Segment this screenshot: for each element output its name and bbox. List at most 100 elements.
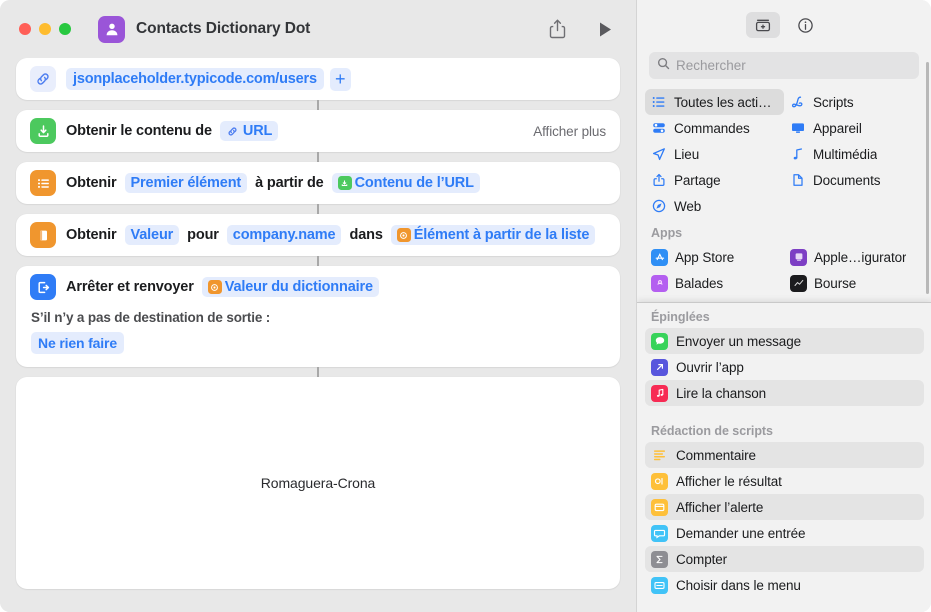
window-titlebar: Contacts Dictionary Dot	[0, 0, 636, 58]
app-item-app-store[interactable]: App Store	[645, 244, 784, 270]
sidebar-item-lieu[interactable]: Lieu	[645, 141, 784, 167]
run-play-icon[interactable]	[590, 14, 620, 44]
pinned-list: Envoyer un message Ouvrir l’app Lire la …	[637, 328, 931, 406]
app-label: Balades	[675, 275, 724, 291]
workflow-canvas: jsonplaceholder.typicode.com/users + Obt…	[0, 58, 636, 612]
action-row: Obtenir Premier élément à partir de Cont…	[30, 162, 606, 204]
list-item[interactable]: Ouvrir l’app	[645, 354, 924, 380]
info-circle-icon[interactable]	[788, 12, 822, 38]
action-label-mid: à partir de	[255, 175, 324, 191]
connector-line	[317, 256, 319, 266]
list-item[interactable]: Afficher le résultat	[645, 468, 924, 494]
list-item[interactable]: Lire la chanson	[645, 380, 924, 406]
list-item-label: Compter	[676, 551, 728, 567]
sidebar-item-scripts[interactable]: Scripts	[784, 89, 923, 115]
action-library-icon[interactable]	[746, 12, 780, 38]
category-label: Partage	[674, 172, 721, 188]
item-parameter-token[interactable]: Premier élément	[124, 173, 248, 193]
comment-lines-icon	[651, 447, 668, 464]
sidebar-item-commandes[interactable]: Commandes	[645, 115, 784, 141]
show-alert-icon	[651, 498, 668, 516]
apple-configurator-icon	[790, 248, 807, 266]
list-item[interactable]: Demander une entrée	[645, 520, 924, 546]
list-item-label: Afficher l’alerte	[676, 499, 764, 515]
list-item[interactable]: Commentaire	[645, 442, 924, 468]
category-label: Toutes les acti…	[674, 94, 772, 110]
close-window-button[interactable]	[19, 23, 31, 35]
list-item[interactable]: Compter	[645, 546, 924, 572]
search-field-wrapper[interactable]	[649, 52, 919, 79]
app-item-apple-configurator[interactable]: Apple…igurator	[784, 244, 923, 270]
share-icon[interactable]	[542, 14, 572, 44]
action-label-mid2: dans	[349, 227, 383, 243]
sidebar-item-all-actions[interactable]: Toutes les acti…	[645, 89, 784, 115]
open-app-arrow-icon	[651, 358, 668, 376]
action-card-get-item[interactable]: Obtenir Premier élément à partir de Cont…	[16, 162, 620, 204]
list-item[interactable]: Choisir dans le menu	[645, 572, 924, 598]
device-display-icon	[790, 121, 806, 135]
connector-line	[317, 367, 319, 377]
list-item[interactable]: Envoyer un message	[645, 328, 924, 354]
actions-popover: Épinglées Envoyer un message Ouvrir l’ap…	[637, 302, 931, 612]
token-label: Contenu de l’URL	[354, 175, 474, 191]
add-url-button[interactable]: +	[329, 67, 351, 91]
action-label: Arrêter et renvoyer	[66, 279, 194, 295]
variable-token-url-contents[interactable]: Contenu de l’URL	[331, 173, 480, 193]
app-label: Apple…igurator	[814, 249, 907, 265]
choose-menu-icon	[651, 576, 668, 594]
minimize-window-button[interactable]	[39, 23, 51, 35]
list-item-icon	[30, 170, 56, 196]
token-label: URL	[242, 123, 273, 139]
token-label: Valeur du dictionnaire	[224, 279, 373, 295]
no-output-option-button[interactable]: Ne rien faire	[31, 332, 124, 354]
list-item-label: Demander une entrée	[676, 525, 806, 541]
safari-compass-icon	[651, 199, 667, 213]
search-input[interactable]	[676, 58, 911, 73]
scripting-list: Commentaire Afficher le résultat Affiche…	[637, 442, 931, 598]
shortcuts-window: Contacts Dictionary Dot jsonplaceholder.…	[0, 0, 931, 612]
apps-grid: App Store Apple…igurator Balades Bourse	[637, 244, 931, 296]
action-row: jsonplaceholder.typicode.com/users +	[30, 58, 606, 100]
list-item[interactable]: Afficher l’alerte	[645, 494, 924, 520]
category-label: Documents	[813, 172, 881, 188]
maximize-window-button[interactable]	[59, 23, 71, 35]
action-card-get-contents[interactable]: Obtenir le contenu de URL Afficher plus	[16, 110, 620, 152]
dictionary-value-icon	[30, 222, 56, 248]
category-label: Web	[674, 198, 702, 214]
sidebar-scrollbar[interactable]	[926, 62, 929, 294]
category-label: Scripts	[813, 94, 854, 110]
sidebar-item-partage[interactable]: Partage	[645, 167, 784, 193]
value-parameter-token[interactable]: Valeur	[124, 225, 180, 245]
category-label: Multimédia	[813, 146, 878, 162]
action-card-stop-and-return[interactable]: Arrêter et renvoyer Valeur du dictionnai…	[16, 266, 620, 367]
action-row: Obtenir le contenu de URL Afficher plus	[30, 110, 606, 152]
show-result-icon	[651, 472, 668, 490]
download-contents-icon	[337, 176, 352, 190]
app-item-balades[interactable]: Balades	[645, 270, 784, 296]
app-store-icon	[651, 248, 668, 266]
sidebar-item-multimedia[interactable]: Multimédia	[784, 141, 923, 167]
document-page-icon	[790, 173, 806, 187]
list-item-label: Choisir dans le menu	[676, 577, 801, 593]
app-label: Bourse	[814, 275, 857, 291]
action-card-get-dictionary-value[interactable]: Obtenir Valeur pour company.name dans Él…	[16, 214, 620, 256]
connector-line	[317, 100, 319, 110]
sidebar-toolbar	[637, 0, 931, 50]
contacts-person-icon	[98, 15, 125, 43]
sidebar-item-appareil[interactable]: Appareil	[784, 115, 923, 141]
sidebar-item-web[interactable]: Web	[645, 193, 784, 219]
app-label: App Store	[675, 249, 735, 265]
url-parameter-token[interactable]: URL	[219, 121, 279, 141]
key-parameter-token[interactable]: company.name	[226, 225, 342, 245]
sidebar-item-documents[interactable]: Documents	[784, 167, 923, 193]
share-icon	[651, 173, 667, 187]
traffic-lights	[19, 23, 71, 35]
variable-token-dictionary-value[interactable]: Valeur du dictionnaire	[201, 277, 379, 297]
variable-token-list-item[interactable]: Élément à partir de la liste	[390, 225, 596, 245]
show-more-button[interactable]: Afficher plus	[533, 124, 606, 139]
action-card-url[interactable]: jsonplaceholder.typicode.com/users +	[16, 58, 620, 100]
ask-input-icon	[651, 524, 668, 542]
app-item-bourse[interactable]: Bourse	[784, 270, 923, 296]
url-value-field[interactable]: jsonplaceholder.typicode.com/users	[66, 68, 324, 90]
list-item-label: Ouvrir l’app	[676, 359, 744, 375]
